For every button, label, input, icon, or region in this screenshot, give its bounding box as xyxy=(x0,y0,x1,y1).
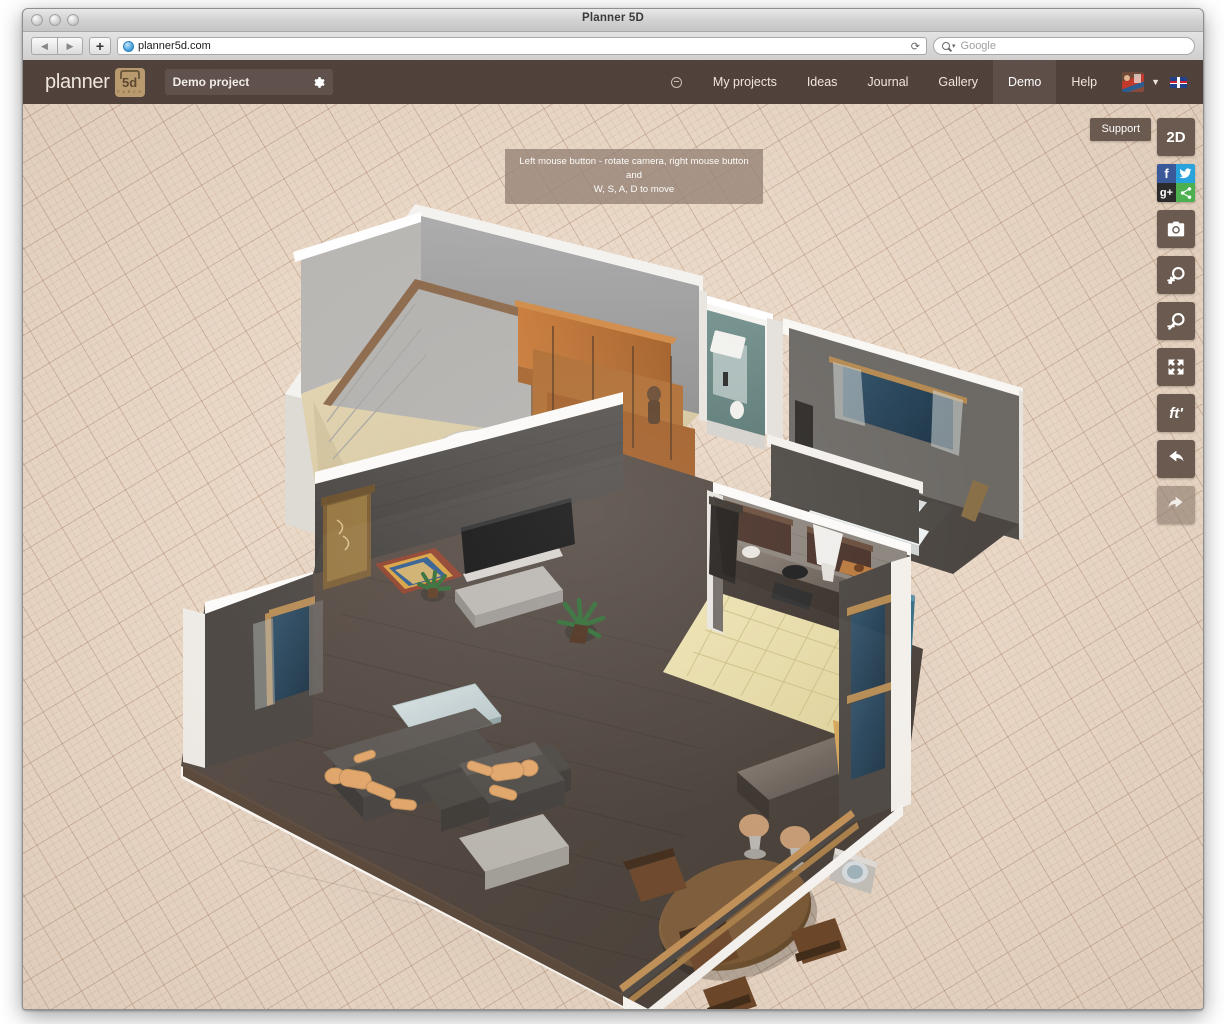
language-switcher[interactable] xyxy=(1166,60,1203,104)
right-toolbar: 2D f g+ xyxy=(1157,118,1195,524)
avatar xyxy=(1122,72,1144,92)
tooltip-line-2: W, S, A, D to move xyxy=(513,183,755,197)
reload-icon[interactable]: ⟳ xyxy=(911,40,920,53)
address-bar[interactable]: planner5d.com ⟳ xyxy=(117,37,927,55)
nav-item-help[interactable]: Help xyxy=(1056,60,1112,104)
project-name-text: Demo project xyxy=(173,75,250,89)
main-navigation: My projects Ideas Journal Gallery Demo H… xyxy=(651,60,1203,104)
redo-button[interactable] xyxy=(1157,486,1195,524)
nav-item-journal[interactable]: Journal xyxy=(852,60,923,104)
window-titlebar: Planner 5D xyxy=(23,9,1203,32)
search-placeholder: Google xyxy=(961,40,996,52)
camera-hint-tooltip: Left mouse button - rotate camera, right… xyxy=(505,149,763,204)
browser-toolbar: ◀ ▶ + planner5d.com ⟳ ▾ Google xyxy=(23,32,1203,61)
tooltip-line-1: Left mouse button - rotate camera, right… xyxy=(513,155,755,183)
nav-item-gallery[interactable]: Gallery xyxy=(923,60,993,104)
nav-item-ideas[interactable]: Ideas xyxy=(792,60,853,104)
url-text: planner5d.com xyxy=(138,40,211,52)
window-title: Planner 5D xyxy=(23,12,1203,24)
nav-item-my-projects[interactable]: My projects xyxy=(698,60,792,104)
search-icon xyxy=(942,42,950,50)
globe-icon xyxy=(123,41,134,52)
zoom-out-button[interactable] xyxy=(1157,302,1195,340)
project-name-field[interactable]: Demo project xyxy=(165,69,333,95)
nav-buttons: ◀ ▶ xyxy=(31,37,83,55)
search-input[interactable]: ▾ Google xyxy=(933,37,1195,55)
screenshot-button[interactable] xyxy=(1157,210,1195,248)
twitter-icon[interactable] xyxy=(1176,164,1195,183)
social-share-group[interactable]: f g+ xyxy=(1157,164,1195,202)
nav-item-menu[interactable] xyxy=(651,60,698,104)
back-button[interactable]: ◀ xyxy=(31,37,57,55)
page-content: planner 5d Р А Й С Н Demo project xyxy=(23,60,1203,1009)
fullscreen-button[interactable] xyxy=(1157,348,1195,386)
new-tab-button[interactable]: + xyxy=(89,37,111,55)
forward-button[interactable]: ▶ xyxy=(57,37,83,55)
chevron-down-icon[interactable]: ▾ xyxy=(952,42,956,50)
account-menu[interactable]: ▼ xyxy=(1112,60,1166,104)
design-viewport[interactable]: Left mouse button - rotate camera, right… xyxy=(23,104,1203,1009)
viewport-vignette xyxy=(23,104,1203,1009)
facebook-icon[interactable]: f xyxy=(1157,164,1176,183)
browser-window: Planner 5D ◀ ▶ + planner5d.com ⟳ ▾ Googl… xyxy=(22,8,1204,1010)
uk-flag-icon xyxy=(1170,77,1187,88)
logo-wordmark: planner xyxy=(45,71,110,94)
chevron-down-icon: ▼ xyxy=(1151,77,1160,87)
google-plus-icon[interactable]: g+ xyxy=(1157,183,1176,202)
nav-item-demo[interactable]: Demo xyxy=(993,60,1056,104)
planner5d-logo[interactable]: planner 5d Р А Й С Н xyxy=(45,68,145,97)
logo-badge-sub: Р А Й С Н xyxy=(117,90,142,94)
logo-badge-text: 5d xyxy=(122,76,137,89)
units-button[interactable]: ft' xyxy=(1157,394,1195,432)
share-icon[interactable] xyxy=(1176,183,1195,202)
zoom-in-button[interactable] xyxy=(1157,256,1195,294)
support-button[interactable]: Support xyxy=(1090,118,1151,141)
logo-badge: 5d Р А Й С Н xyxy=(115,68,145,97)
minus-circle-icon xyxy=(671,77,682,88)
gear-icon[interactable] xyxy=(312,76,325,89)
app-header: planner 5d Р А Й С Н Demo project xyxy=(23,60,1203,104)
view-2d-button[interactable]: 2D xyxy=(1157,118,1195,156)
undo-button[interactable] xyxy=(1157,440,1195,478)
